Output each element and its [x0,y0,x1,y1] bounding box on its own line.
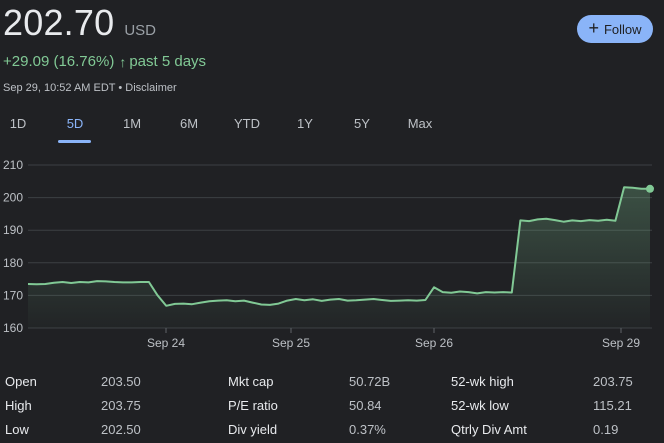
y-tick-label: 200 [3,191,23,205]
stat-low: Low 202.50 [5,422,141,437]
follow-button-label: Follow [603,21,642,37]
y-tick-label: 180 [3,256,23,270]
x-tick-label: Sep 24 [147,336,185,350]
disclaimer-link[interactable]: Disclaimer [125,82,176,94]
stat-value: 50.72B [349,374,391,389]
stat-div-yield: Div yield 0.37% [228,422,386,437]
stat-label: Low [5,422,29,437]
tab-5y[interactable]: 5Y [354,116,370,131]
price-area-fill [28,187,650,328]
stat-52wk-high: 52-wk high 203.75 [451,374,633,389]
up-arrow-icon: ↑ [119,53,127,70]
tab-ytd[interactable]: YTD [234,116,260,131]
stat-value: 115.21 [593,398,632,413]
stat-value: 50.84 [349,398,382,413]
stat-label: 52-wk high [451,374,514,389]
stat-52wk-low: 52-wk low 115.21 [451,398,632,413]
y-tick-label: 170 [3,288,23,302]
quote-meta: Sep 29, 10:52 AM EDT • Disclaimer [3,82,177,94]
quote-timestamp: Sep 29, 10:52 AM EDT [3,82,116,94]
x-tick-label: Sep 29 [602,336,640,350]
tab-1m[interactable]: 1M [123,116,141,131]
y-tick-label: 190 [3,223,23,237]
y-tick-label: 160 [3,321,23,335]
currency-label: USD [124,22,156,39]
stat-qtrly-div: Qtrly Div Amt 0.19 [451,422,618,437]
tab-5d[interactable]: 5D [67,116,84,131]
current-price-dot [646,184,654,193]
stat-value: 203.75 [593,374,633,389]
stat-value: 0.37% [349,422,386,437]
stat-label: P/E ratio [228,398,278,413]
change-value: +29.09 (16.76%) [3,53,115,70]
follow-button[interactable]: + Follow [577,15,653,43]
tab-1y[interactable]: 1Y [297,116,313,131]
price-chart[interactable]: 160 170 180 190 200 210 Sep 24 Sep 25 Sep 26 Sep … [0,150,664,360]
stat-open: Open 203.50 [5,374,141,389]
stat-value: 202.50 [101,422,141,437]
x-tick-label: Sep 25 [272,336,310,350]
y-tick-label: 210 [3,158,23,172]
stat-mkt-cap: Mkt cap 50.72B [228,374,390,389]
stat-label: High [5,398,32,413]
stat-high: High 203.75 [5,398,141,413]
plus-icon: + [588,18,599,38]
stat-label: Div yield [228,422,278,437]
tab-1d[interactable]: 1D [10,116,27,131]
stat-label: Open [5,374,37,389]
stat-value: 203.50 [101,374,141,389]
meta-separator: • [118,82,123,94]
price-change: +29.09 (16.76%) ↑ past 5 days [3,53,206,70]
x-tick-label: Sep 26 [415,336,453,350]
stat-value: 203.75 [101,398,141,413]
price-header: 202.70 USD [3,2,156,44]
stat-label: Qtrly Div Amt [451,422,527,437]
stat-label: Mkt cap [228,374,274,389]
selected-tab-indicator [58,140,91,143]
stat-label: 52-wk low [451,398,509,413]
stat-pe-ratio: P/E ratio 50.84 [228,398,382,413]
tab-max[interactable]: Max [408,116,433,131]
stat-value: 0.19 [593,422,619,437]
change-period: past 5 days [129,53,207,70]
current-price: 202.70 [3,2,115,43]
tab-6m[interactable]: 6M [180,116,198,131]
